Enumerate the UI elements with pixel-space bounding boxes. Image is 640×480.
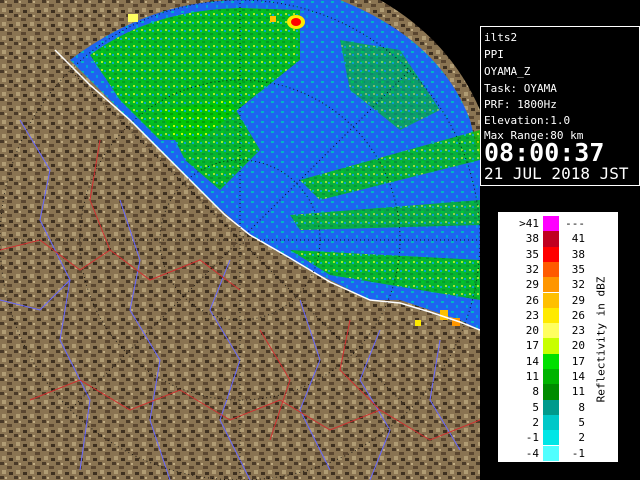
legend-low-value: 38 — [525, 232, 539, 246]
legend-color-swatch — [543, 384, 559, 400]
scan-date: 21 JUL 2018 JST — [484, 164, 629, 183]
legend-low-value: 11 — [525, 370, 539, 383]
legend-low-value: 2 — [532, 415, 539, 429]
elevation-label: Elevation:1.0 — [484, 114, 571, 127]
legend-color-swatch — [543, 292, 559, 308]
scan-info-panel: ilts2 PPI OYAMA_Z Task: OYAMA PRF: 1800H… — [480, 26, 640, 186]
legend-low-value: 20 — [525, 324, 539, 338]
legend-color-swatch — [543, 231, 559, 247]
legend-unit-label: Reflectivity in dBZ — [581, 233, 615, 453]
legend-unit-text: Reflectivity in dBZ — [594, 276, 608, 403]
product-name: ilts2 — [484, 31, 518, 44]
legend-color-swatch — [543, 277, 559, 293]
legend-color-swatch — [543, 216, 559, 232]
legend-color-swatch — [543, 414, 559, 431]
legend-low-value: >41 — [519, 217, 539, 230]
scan-time: 08:00:37 — [484, 138, 605, 167]
radar-name: OYAMA_Z — [484, 65, 531, 78]
legend-low-value: 8 — [532, 385, 539, 399]
legend-color-swatch — [543, 430, 559, 446]
legend-color-swatch — [543, 399, 559, 415]
legend-color-swatch — [543, 246, 559, 262]
legend-low-value: -4 — [525, 446, 539, 460]
legend-color-swatch — [543, 261, 559, 278]
legend-low-value: 29 — [525, 278, 539, 292]
legend-color-swatch — [543, 323, 559, 339]
legend-low-value: 14 — [525, 354, 539, 368]
legend-low-value: 5 — [532, 400, 539, 414]
legend-low-value: 26 — [525, 293, 539, 307]
legend-low-value: 35 — [525, 247, 539, 261]
legend-high-value: --- — [565, 217, 585, 230]
reflectivity-legend: >41 --- 38 41 35 38 32 35 29 32 26 29 23 26 20 23 17 20 14… — [498, 212, 618, 462]
legend-color-swatch — [543, 307, 559, 324]
legend-low-value: -1 — [525, 431, 539, 445]
legend-low-value: 32 — [525, 262, 539, 276]
scan-type: PPI — [484, 48, 504, 61]
task-label: Task: OYAMA — [484, 82, 557, 95]
legend-color-swatch — [543, 445, 559, 461]
legend-color-swatch — [543, 338, 559, 354]
legend-low-value: 23 — [525, 308, 539, 322]
legend-color-swatch — [543, 353, 559, 369]
legend-row: >41 --- — [499, 216, 619, 232]
radar-ppi-image — [0, 0, 480, 480]
legend-color-swatch — [543, 369, 559, 385]
radar-display: ilts2 PPI OYAMA_Z Task: OYAMA PRF: 1800H… — [0, 0, 640, 480]
radar-map[interactable] — [0, 0, 480, 480]
legend-low-value: 17 — [525, 339, 539, 353]
prf-label: PRF: 1800Hz — [484, 98, 557, 111]
